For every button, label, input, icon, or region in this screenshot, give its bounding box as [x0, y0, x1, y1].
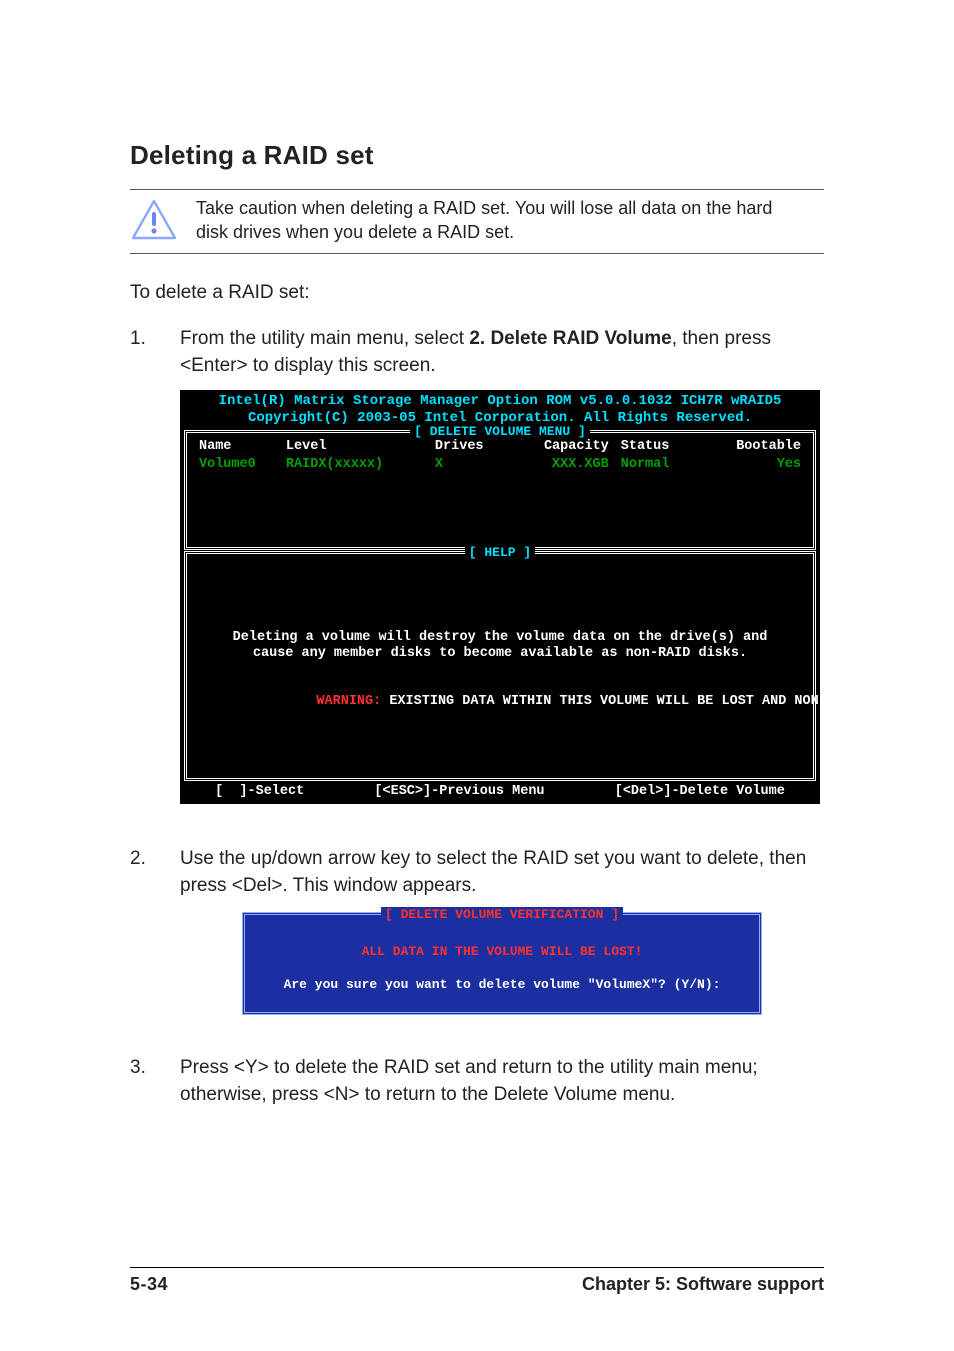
rom-key-previous: [<ESC>]-Previous Menu	[374, 784, 544, 801]
cell-name: Volume0	[199, 457, 286, 474]
section-title: Deleting a RAID set	[130, 140, 824, 171]
col-bootable: Bootable	[702, 439, 801, 458]
step-2-text: Use the up/down arrow key to select the …	[180, 846, 824, 900]
table-row[interactable]: Volume0 RAIDX(xxxxx) X XXX.XGB Normal Ye…	[199, 457, 801, 474]
rom-screen: Intel(R) Matrix Storage Manager Option R…	[180, 390, 820, 805]
caution-icon	[130, 198, 178, 242]
col-name: Name	[199, 439, 286, 458]
intro-text: To delete a RAID set:	[130, 282, 824, 304]
step-2: 2. Use the up/down arrow key to select t…	[130, 846, 824, 1035]
cell-drives: X	[435, 457, 510, 474]
cell-bootable: Yes	[702, 457, 801, 474]
step-1: 1. From the utility main menu, select 2.…	[130, 326, 824, 827]
rom-warning-label: WARNING:	[316, 694, 381, 709]
col-capacity: Capacity	[509, 439, 608, 458]
caution-text: Take caution when deleting a RAID set. Y…	[196, 196, 816, 245]
rom-help-box: [ HELP ] Deleting a volume will destroy …	[184, 551, 816, 781]
rom-footer: [ ]-Select [<ESC>]-Previous Menu [<Del>]…	[180, 781, 820, 805]
rom-warning-text: EXISTING DATA WITHIN THIS VOLUME WILL BE…	[381, 694, 924, 709]
step-number: 1.	[130, 326, 150, 827]
rom-help-text: Deleting a volume will destroy the volum…	[199, 630, 801, 728]
verify-title: [ DELETE VOLUME VERIFICATION ]	[245, 906, 759, 924]
rom-title-line1: Intel(R) Matrix Storage Manager Option R…	[180, 393, 820, 411]
rom-volume-table: Name Level Drives Capacity Status Bootab…	[199, 439, 801, 475]
rom-delete-box-title: [ DELETE VOLUME MENU ]	[187, 424, 813, 440]
verify-dialog: [ DELETE VOLUME VERIFICATION ] ALL DATA …	[242, 912, 762, 1015]
rom-delete-box: [ DELETE VOLUME MENU ] Name Level Drives…	[184, 430, 816, 550]
chapter-title: Chapter 5: Software support	[582, 1274, 824, 1295]
caution-block: Take caution when deleting a RAID set. Y…	[130, 189, 824, 254]
step-number: 2.	[130, 846, 150, 1035]
page-footer: 5-34 Chapter 5: Software support	[130, 1267, 824, 1295]
rom-key-delete: [<Del>]-Delete Volume	[615, 784, 785, 801]
col-level: Level	[286, 439, 435, 458]
verify-question[interactable]: Are you sure you want to delete volume "…	[253, 976, 751, 994]
verify-warning: ALL DATA IN THE VOLUME WILL BE LOST!	[253, 943, 751, 961]
col-status: Status	[609, 439, 702, 458]
cell-level: RAIDX(xxxxx)	[286, 457, 435, 474]
step-number: 3.	[130, 1055, 150, 1117]
step-1-text: From the utility main menu, select 2. De…	[180, 326, 824, 380]
cell-capacity: XXX.XGB	[509, 457, 608, 474]
step-3: 3. Press <Y> to delete the RAID set and …	[130, 1055, 824, 1117]
cell-status: Normal	[609, 457, 702, 474]
page-number: 5-34	[130, 1274, 168, 1295]
col-drives: Drives	[435, 439, 510, 458]
step-3-text: Press <Y> to delete the RAID set and ret…	[180, 1055, 824, 1109]
rom-key-select: [ ]-Select	[215, 784, 304, 801]
rom-help-box-title: [ HELP ]	[187, 545, 813, 561]
